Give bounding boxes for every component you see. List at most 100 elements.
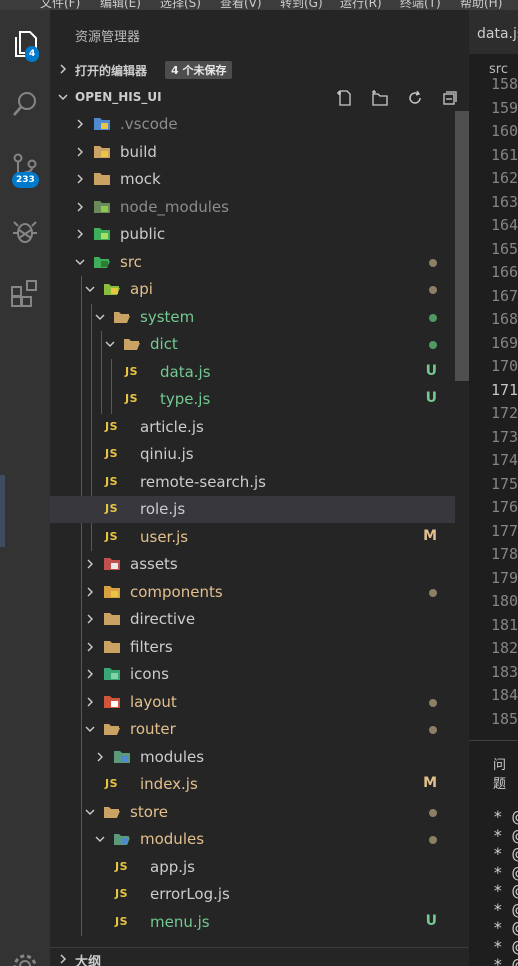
- tree-folder[interactable]: store: [50, 799, 455, 826]
- menu-item[interactable]: 运行(R): [340, 0, 382, 10]
- line-number: 168: [491, 310, 518, 328]
- tree-folder[interactable]: filters: [50, 634, 455, 661]
- tree-file[interactable]: JS qiniu.js: [50, 441, 455, 468]
- terminal-line: * @: [493, 955, 518, 966]
- tree-folder[interactable]: .vscode: [50, 111, 455, 138]
- tree-folder[interactable]: system: [50, 304, 455, 331]
- search-button[interactable]: [0, 80, 50, 128]
- collapse-all-button[interactable]: [440, 89, 460, 107]
- line-number: 161: [491, 145, 518, 164]
- chevron-right-icon[interactable]: [84, 641, 96, 653]
- new-folder-button[interactable]: [370, 89, 390, 107]
- settings-button[interactable]: [0, 942, 50, 966]
- menu-item[interactable]: 帮助(H): [460, 0, 502, 10]
- tree-folder[interactable]: dict: [50, 331, 455, 358]
- tree-folder[interactable]: public: [50, 221, 455, 248]
- menu-item[interactable]: 转到(G): [280, 0, 323, 10]
- chevron-down-icon[interactable]: [74, 256, 86, 268]
- chevron-right-icon[interactable]: [74, 146, 86, 158]
- chevron-right-icon[interactable]: [84, 613, 96, 625]
- chevron-down-icon[interactable]: [84, 806, 96, 818]
- chevron-right-icon[interactable]: [94, 751, 106, 763]
- tree-file[interactable]: JS errorLog.js: [50, 881, 455, 908]
- tree-folder[interactable]: api: [50, 276, 455, 303]
- tree-file[interactable]: JS data.js U: [50, 359, 455, 386]
- menu-item[interactable]: 查看(V): [220, 0, 262, 10]
- tree-folder[interactable]: layout: [50, 689, 455, 716]
- tree-folder[interactable]: directive: [50, 606, 455, 633]
- refresh-button[interactable]: [405, 89, 425, 107]
- tree-folder[interactable]: modules: [50, 826, 455, 853]
- chevron-right-icon[interactable]: [84, 558, 96, 570]
- problems-tab[interactable]: 问题: [493, 754, 518, 792]
- line-number: 166: [491, 263, 518, 281]
- menu-bar: 文件(F) 编辑(E) 选择(S) 查看(V) 转到(G) 运行(R) 终端(T) 帮助(H): [0, 0, 518, 10]
- terminal-line: * @: [493, 825, 518, 845]
- chevron-right-icon[interactable]: [74, 173, 86, 185]
- tree-file[interactable]: JS remote-search.js: [50, 469, 455, 496]
- chevron-right-icon[interactable]: [74, 118, 86, 130]
- chevron-right-icon[interactable]: [74, 228, 86, 240]
- tree-file[interactable]: JS type.js U: [50, 386, 455, 413]
- chevron-right-icon[interactable]: [84, 586, 96, 598]
- tree-folder[interactable]: icons: [50, 661, 455, 688]
- menu-item[interactable]: 选择(S): [160, 0, 201, 10]
- tree-item-label: mock: [120, 170, 161, 188]
- outline-section[interactable]: 大纲: [50, 947, 469, 966]
- editor-tab-label: data.js: [477, 26, 518, 42]
- file-tree: .vscode build mock node_modules public src api…: [50, 111, 469, 941]
- chevron-down-icon[interactable]: [94, 311, 106, 323]
- line-number: 184: [491, 686, 518, 704]
- menu-item[interactable]: 编辑(E): [100, 0, 141, 10]
- chevron-right-icon[interactable]: [84, 696, 96, 708]
- line-number: 159: [491, 98, 518, 117]
- tree-item-label: icons: [130, 665, 169, 683]
- line-number: 175: [491, 474, 518, 493]
- tree-item-label: assets: [130, 555, 178, 573]
- chevron-down-icon[interactable]: [84, 283, 96, 295]
- tree-item-label: store: [130, 802, 168, 821]
- tree-file[interactable]: JS user.js M: [50, 524, 455, 551]
- workspace-section[interactable]: OPEN_HIS_UI: [50, 85, 469, 111]
- editor-tab[interactable]: data.js: [469, 10, 518, 54]
- tree-folder[interactable]: components: [50, 579, 455, 606]
- debug-button[interactable]: [0, 207, 50, 255]
- git-status-badge: U: [425, 912, 437, 929]
- chevron-right-icon[interactable]: [84, 668, 96, 680]
- source-control-button[interactable]: 233: [0, 144, 50, 192]
- extensions-button[interactable]: [0, 270, 50, 318]
- explorer-scrollbar[interactable]: [455, 111, 469, 381]
- modules-folder-open-icon: [114, 834, 130, 845]
- tree-folder[interactable]: build: [50, 139, 455, 166]
- menu-item[interactable]: 终端(T): [400, 0, 441, 10]
- line-number: 163: [491, 192, 518, 211]
- tree-file[interactable]: JS menu.js U: [50, 909, 455, 936]
- chevron-down-icon[interactable]: [104, 338, 116, 350]
- open-editors-section[interactable]: 打开的编辑器 4 个未保存: [50, 57, 469, 83]
- explorer-button[interactable]: 4: [0, 20, 50, 68]
- tree-folder[interactable]: mock: [50, 166, 455, 193]
- status-dot: [429, 341, 437, 349]
- tree-folder[interactable]: src: [50, 249, 455, 276]
- chevron-down-icon[interactable]: [84, 723, 96, 735]
- status-dot: [429, 808, 437, 817]
- tree-item-label: type.js: [160, 390, 211, 408]
- tree-folder[interactable]: assets: [50, 551, 455, 578]
- chevron-right-icon[interactable]: [74, 201, 86, 213]
- activity-edge-indicator: [0, 475, 5, 547]
- tree-folder[interactable]: node_modules: [50, 194, 455, 221]
- bottom-panel: 问题 * @* @* @* @* @* @* @* @* @: [469, 740, 518, 966]
- tree-folder[interactable]: modules: [50, 744, 455, 771]
- explorer-sidebar: 资源管理器 打开的编辑器 4 个未保存 OPEN_HIS_UI .vscode …: [50, 10, 469, 966]
- extensions-icon: [11, 280, 37, 307]
- menu-item[interactable]: 文件(F): [40, 0, 80, 10]
- chevron-down-icon[interactable]: [94, 833, 106, 845]
- tree-item-label: layout: [130, 692, 177, 711]
- tree-file[interactable]: JS role.js: [50, 496, 455, 523]
- tree-file[interactable]: JS app.js: [50, 854, 455, 881]
- tree-folder[interactable]: router: [50, 716, 455, 743]
- line-number: 162: [491, 169, 518, 187]
- tree-file[interactable]: JS article.js: [50, 414, 455, 441]
- tree-file[interactable]: JS index.js M: [50, 771, 455, 798]
- new-file-button[interactable]: [335, 89, 355, 107]
